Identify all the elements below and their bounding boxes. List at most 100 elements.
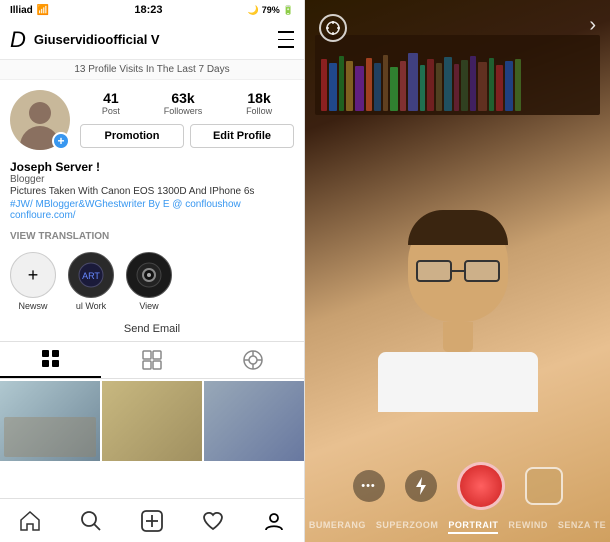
glasses-bridge xyxy=(452,270,464,272)
photo-grid xyxy=(0,379,304,498)
book-5 xyxy=(355,66,364,111)
person-head-area xyxy=(398,212,518,352)
highlight-item-work[interactable]: ART ul Work xyxy=(68,252,114,311)
content-tab-bar xyxy=(0,341,304,379)
photo-cell-3[interactable] xyxy=(204,381,304,461)
mode-portrait[interactable]: PORTRAIT xyxy=(448,518,498,534)
tab-tagged[interactable] xyxy=(203,342,304,378)
dots-icon: ••• xyxy=(361,480,376,492)
followers-stat: 63k Followers xyxy=(164,90,203,116)
posts-stat: 41 Post xyxy=(102,90,120,116)
nav-add[interactable] xyxy=(122,510,183,532)
book-20 xyxy=(489,58,494,111)
nav-search[interactable] xyxy=(61,510,122,532)
view-translation-button[interactable]: VIEW TRANSLATION xyxy=(0,227,304,246)
book-4 xyxy=(346,61,353,111)
photo-cell-1[interactable] xyxy=(0,381,100,461)
app-header: D Giuservidioofficial V xyxy=(0,20,304,60)
menu-button[interactable] xyxy=(278,29,294,50)
book-16 xyxy=(454,64,459,111)
send-email-button[interactable]: Send Email xyxy=(0,317,304,341)
following-label: Follow xyxy=(246,106,272,116)
book-1 xyxy=(321,59,327,111)
flash-icon xyxy=(414,477,428,495)
wifi-icon: 📶 xyxy=(37,5,49,16)
avatar-wrap: + xyxy=(10,90,70,150)
highlight-label-view: View xyxy=(139,301,158,311)
nav-heart[interactable] xyxy=(182,510,243,532)
visits-banner: 13 Profile Visits In The Last 7 Days xyxy=(0,60,304,80)
followers-label: Followers xyxy=(164,106,203,116)
mode-rewind[interactable]: REWIND xyxy=(508,518,548,534)
app-logo: D xyxy=(10,27,26,53)
more-options-button[interactable]: ••• xyxy=(353,470,385,502)
book-6 xyxy=(366,58,372,111)
highlight-item-new[interactable]: + Newsw xyxy=(10,252,56,311)
mode-senza-te[interactable]: SENZA TE xyxy=(558,518,606,534)
book-2 xyxy=(329,63,337,111)
add-icon xyxy=(141,510,163,532)
left-panel: Illiad 📶 18:23 🌙 79% 🔋 D Giuservidiooffi… xyxy=(0,0,305,542)
person-body xyxy=(378,352,538,412)
person-hair xyxy=(408,210,508,245)
tab-list[interactable] xyxy=(101,342,202,378)
add-story-button[interactable]: + xyxy=(52,132,70,150)
mode-superzoom[interactable]: SUPERZOOM xyxy=(376,518,439,534)
camera-bottom-controls: ••• BUMERANG SUPERZOOM PORTRAIT REWIND S… xyxy=(305,454,610,542)
book-12 xyxy=(420,65,425,111)
profile-link[interactable]: confloure.com/ xyxy=(10,210,294,221)
book-7 xyxy=(374,63,381,111)
status-bar: Illiad 📶 18:23 🌙 79% 🔋 xyxy=(0,0,304,20)
book-8 xyxy=(383,55,388,111)
battery-label: 79% xyxy=(262,5,280,15)
profile-name: Joseph Server ! xyxy=(10,160,294,174)
mode-bumerang[interactable]: BUMERANG xyxy=(309,518,366,534)
new-highlight-circle: + xyxy=(10,252,56,298)
highlight-label-work: ul Work xyxy=(76,301,106,311)
book-23 xyxy=(515,59,521,111)
nav-home[interactable] xyxy=(0,510,61,532)
view-icon xyxy=(135,261,163,289)
promotion-button[interactable]: Promotion xyxy=(80,124,184,148)
tab-grid[interactable] xyxy=(0,342,101,378)
record-button[interactable] xyxy=(457,462,505,510)
person-face xyxy=(408,212,508,322)
svg-text:ART: ART xyxy=(82,271,100,281)
next-arrow[interactable]: › xyxy=(589,14,596,42)
crosshair-icon xyxy=(325,20,341,36)
profile-section: + 41 Post 63k Followers 18k Follow Promo… xyxy=(0,80,304,156)
bio-section: Joseph Server ! Blogger Pictures Taken W… xyxy=(0,156,304,227)
book-9 xyxy=(390,67,398,111)
edit-profile-button[interactable]: Edit Profile xyxy=(190,124,294,148)
profile-tags: #JW/ MBlogger&WGhestwriter By E @ conflo… xyxy=(10,199,294,210)
book-3 xyxy=(339,56,344,111)
highlight-label-new: Newsw xyxy=(18,301,47,311)
home-icon xyxy=(19,510,41,532)
highlights-row: + Newsw ART ul Work View xyxy=(0,246,304,317)
gallery-preview-button[interactable] xyxy=(525,467,563,505)
book-11 xyxy=(408,53,418,111)
heart-icon xyxy=(202,510,224,532)
stats-row: 41 Post 63k Followers 18k Follow xyxy=(80,90,294,116)
book-14 xyxy=(436,63,442,111)
flash-button[interactable] xyxy=(405,470,437,502)
photo-cell-2[interactable] xyxy=(102,381,202,461)
highlight-item-view[interactable]: View xyxy=(126,252,172,311)
highlight-circle-view xyxy=(126,252,172,298)
book-21 xyxy=(496,65,503,111)
moon-icon: 🌙 xyxy=(248,5,259,16)
bookshelf-background xyxy=(315,35,600,115)
followers-count: 63k xyxy=(171,90,194,106)
camera-mode-button[interactable] xyxy=(319,14,347,42)
menu-icon xyxy=(278,46,294,48)
book-13 xyxy=(427,59,434,111)
bottom-nav xyxy=(0,498,304,542)
menu-icon xyxy=(278,39,294,41)
person-preview xyxy=(378,212,538,412)
glasses-right xyxy=(464,260,500,282)
person-neck xyxy=(443,322,473,352)
highlight-circle-work: ART xyxy=(68,252,114,298)
nav-profile[interactable] xyxy=(243,510,304,532)
grid-icon xyxy=(41,349,61,369)
tag-icon xyxy=(243,350,263,370)
